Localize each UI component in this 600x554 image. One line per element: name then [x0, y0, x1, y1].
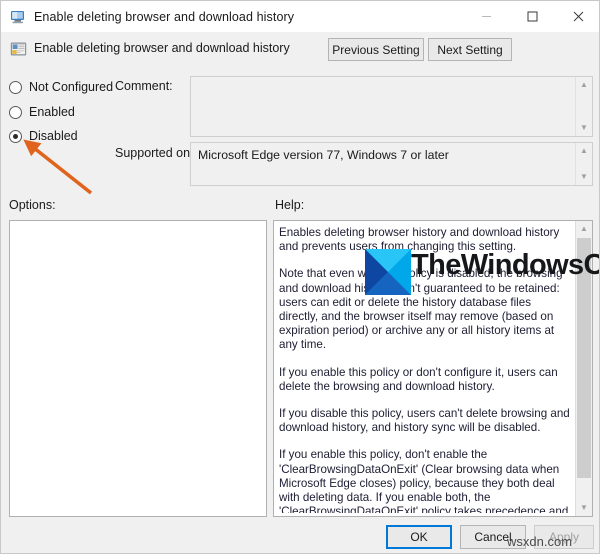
apply-button: Apply — [534, 525, 594, 549]
scroll-up-icon[interactable]: ▲ — [576, 143, 592, 159]
previous-setting-button[interactable]: Previous Setting — [328, 38, 424, 61]
title-bar: Enable deleting browser and download his… — [1, 1, 599, 32]
minimize-button[interactable] — [463, 1, 509, 32]
close-button[interactable] — [555, 1, 599, 32]
computer-policy-icon — [10, 9, 26, 25]
supported-scrollbar[interactable]: ▲ ▼ — [575, 143, 592, 185]
window-controls — [463, 1, 599, 32]
help-paragraph: Note that even with this policy is disab… — [279, 267, 563, 352]
help-paragraph: If you enable this policy or don't confi… — [279, 365, 558, 393]
setting-state-area: Not Configured Enabled Disabled Comment:… — [1, 68, 599, 193]
radio-enabled[interactable]: Enabled — [9, 105, 75, 119]
scrollbar-thumb[interactable] — [577, 238, 591, 478]
radio-not-configured[interactable]: Not Configured — [9, 80, 113, 94]
group-policy-setting-dialog: Enable deleting browser and download his… — [0, 0, 600, 554]
radio-label-disabled: Disabled — [29, 129, 78, 143]
options-label: Options: — [9, 198, 56, 212]
comment-input[interactable]: ▲ ▼ — [190, 76, 593, 137]
scroll-up-icon[interactable]: ▲ — [576, 221, 592, 237]
help-paragraph: If you enable this policy, don't enable … — [279, 448, 569, 513]
options-panel[interactable] — [9, 220, 267, 517]
radio-disabled[interactable]: Disabled — [9, 129, 78, 143]
help-paragraph: If you disable this policy, users can't … — [279, 407, 570, 435]
radio-mark-not-configured — [9, 80, 22, 94]
help-paragraph: Enables deleting browser history and dow… — [279, 226, 560, 254]
comment-scrollbar[interactable]: ▲ ▼ — [575, 77, 592, 136]
scroll-up-icon[interactable]: ▲ — [576, 77, 592, 93]
cancel-button[interactable]: Cancel — [460, 525, 526, 549]
help-label: Help: — [275, 198, 305, 212]
help-text: Enables deleting browser history and dow… — [279, 226, 573, 513]
scroll-down-icon[interactable]: ▼ — [576, 120, 592, 136]
policy-setting-icon — [10, 41, 27, 58]
supported-on-field: Microsoft Edge version 77, Windows 7 or … — [190, 142, 593, 186]
radio-mark-enabled — [9, 105, 22, 119]
ok-button[interactable]: OK — [386, 525, 452, 549]
radio-mark-disabled — [9, 129, 22, 143]
scroll-down-icon[interactable]: ▼ — [576, 500, 592, 516]
help-panel: Enables deleting browser history and dow… — [273, 220, 593, 517]
comment-label: Comment: — [115, 79, 173, 93]
radio-label-enabled: Enabled — [29, 105, 75, 119]
supported-on-label: Supported on: — [115, 146, 194, 160]
help-scrollbar[interactable]: ▲ ▼ — [575, 221, 592, 516]
next-setting-button[interactable]: Next Setting — [428, 38, 512, 61]
window-title: Enable deleting browser and download his… — [34, 9, 295, 24]
maximize-button[interactable] — [509, 1, 555, 32]
setting-name: Enable deleting browser and download his… — [34, 41, 290, 55]
supported-on-value: Microsoft Edge version 77, Windows 7 or … — [198, 148, 449, 162]
scroll-down-icon[interactable]: ▼ — [576, 169, 592, 185]
radio-label-not-configured: Not Configured — [29, 80, 114, 94]
setting-header: Enable deleting browser and download his… — [1, 32, 599, 68]
